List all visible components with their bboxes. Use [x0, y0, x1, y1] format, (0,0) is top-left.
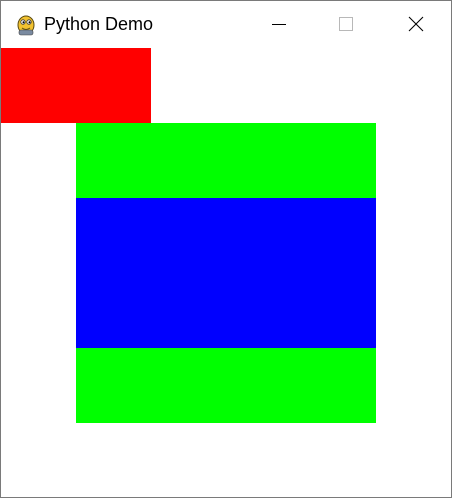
- title-bar[interactable]: Python Demo: [1, 1, 451, 47]
- maximize-icon: [338, 16, 354, 32]
- red-rectangle: [1, 48, 151, 123]
- blue-rectangle: [76, 198, 376, 348]
- python-logo-icon: [15, 12, 37, 36]
- minimize-icon: [270, 16, 286, 32]
- close-button[interactable]: [393, 1, 439, 47]
- close-icon: [408, 16, 424, 32]
- maximize-button[interactable]: [323, 1, 369, 47]
- app-window: Python Demo: [0, 0, 452, 498]
- minimize-button[interactable]: [255, 1, 301, 47]
- drawing-canvas[interactable]: [1, 47, 451, 497]
- window-title: Python Demo: [44, 14, 154, 34]
